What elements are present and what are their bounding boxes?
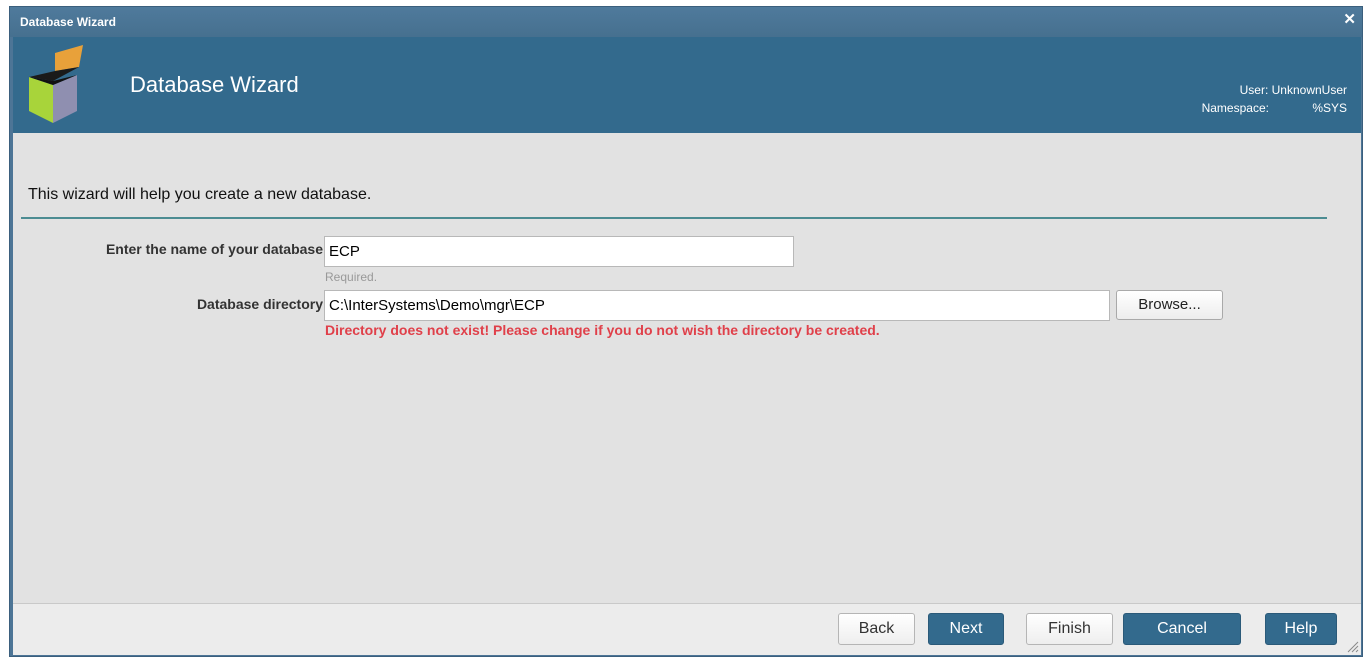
back-button[interactable]: Back xyxy=(838,613,915,645)
close-icon[interactable]: ✕ xyxy=(1343,12,1356,27)
cancel-button[interactable]: Cancel xyxy=(1123,613,1241,645)
wizard-footer: Back Next Finish Cancel Help xyxy=(13,603,1361,655)
window-title: Database Wizard xyxy=(20,15,116,29)
divider xyxy=(21,217,1327,219)
user-label: User: xyxy=(1239,83,1269,97)
resize-grip-icon[interactable] xyxy=(1345,639,1359,653)
wizard-content: This wizard will help you create a new d… xyxy=(13,133,1361,603)
namespace-value: %SYS xyxy=(1312,101,1347,115)
title-bar[interactable]: Database Wizard ✕ xyxy=(10,7,1362,37)
database-directory-label: Database directory xyxy=(196,296,323,312)
wizard-window: Database Wizard ✕ Database Wizard User: … xyxy=(9,6,1363,657)
next-button[interactable]: Next xyxy=(928,613,1004,645)
user-info: User: UnknownUser Namespace: %SYS xyxy=(1202,81,1347,117)
intro-text: This wizard will help you create a new d… xyxy=(28,186,372,203)
database-name-input[interactable] xyxy=(324,236,794,267)
required-hint: Required. xyxy=(325,270,378,284)
cube-box-icon xyxy=(29,45,83,123)
namespace-label: Namespace: xyxy=(1201,101,1269,115)
finish-button[interactable]: Finish xyxy=(1026,613,1113,645)
database-directory-input[interactable] xyxy=(324,290,1110,321)
user-value: UnknownUser xyxy=(1271,83,1347,97)
wizard-header: Database Wizard User: UnknownUser Namesp… xyxy=(13,37,1361,133)
help-button[interactable]: Help xyxy=(1265,613,1337,645)
database-name-label: Enter the name of your database xyxy=(105,241,323,257)
directory-error-message: Directory does not exist! Please change … xyxy=(325,322,880,338)
page-title: Database Wizard xyxy=(130,72,299,97)
browse-button[interactable]: Browse... xyxy=(1116,290,1223,320)
